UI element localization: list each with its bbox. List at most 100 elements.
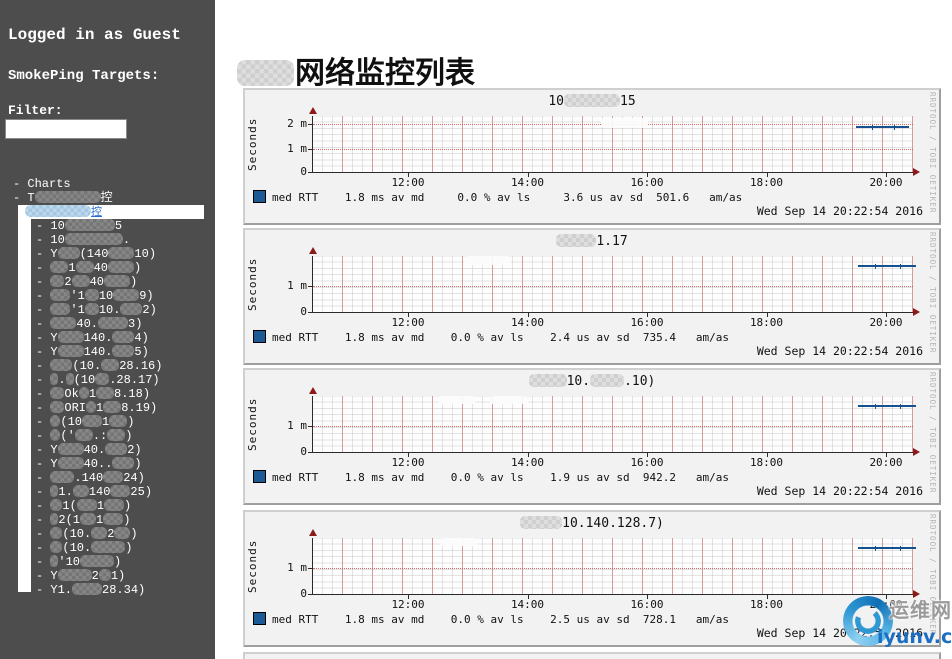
x-axis-arrow-icon (913, 448, 920, 456)
tree-item-label: 140. (83, 331, 113, 345)
censored-text-block (50, 527, 63, 539)
tree-item[interactable]: - Charts (0, 177, 215, 191)
legend-stats: med RTT 1.8 ms av md 0.0 % av ls 3.6 us … (272, 191, 743, 204)
censored-text-block (520, 516, 563, 529)
x-tick-label: 18:00 (749, 456, 784, 469)
y-axis-label: Seconds (246, 257, 259, 311)
tree-item[interactable]: - 1 40) (0, 261, 215, 275)
tree-item-label: 2(1 (58, 513, 81, 527)
x-tick-label: 14:00 (510, 456, 545, 469)
x-tick-label: 14:00 (510, 316, 545, 329)
x-tick-mark (766, 453, 768, 457)
tree-item[interactable]: - Y 140. 4) (0, 331, 215, 345)
x-tick-label: 20:00 (869, 456, 903, 469)
y-tick-label: 2 m (287, 117, 307, 130)
tree-item[interactable]: - (10.) (0, 541, 215, 555)
tree-item-label: ) (125, 429, 133, 443)
graph-title-text: 1.17 (596, 234, 628, 249)
filter-input[interactable] (5, 119, 127, 139)
tree-item[interactable]: - . (10 .28.17) (0, 373, 215, 387)
tree-item-label: 3) (128, 317, 143, 331)
tree-item[interactable]: - Y1. 28.34) (0, 583, 215, 597)
x-tick-label: 18:00 (749, 598, 784, 611)
tree-item-label: 2 (64, 275, 72, 289)
tree-item[interactable]: - Y 40. 2) (0, 443, 215, 457)
smokeping-graph-panel[interactable]: 1.17 Seconds med RTT 1.8 ms av md 0.0 % … (243, 228, 941, 365)
x-tick-mark (766, 595, 768, 599)
tree-item-label: ORI (64, 401, 87, 415)
censored-text-block (57, 569, 92, 581)
tree-item[interactable]: - Y 2 1) (0, 569, 215, 583)
tree-item-label: - Y (36, 457, 58, 471)
tree-item-label: 1( (62, 499, 77, 513)
smokeping-graph-panel[interactable]: 10. .10) Seconds med RTT 1.8 ms av md 0.0… (243, 368, 941, 505)
smokeping-graph-panel[interactable]: 10 15 Seconds med RTT 1.8 ms av md 0.0 % … (243, 88, 941, 225)
y-tick-mark (308, 568, 312, 569)
tree-item[interactable]: - '1 10 9) (0, 289, 215, 303)
rrdtool-credit: RRDTOOL / TOBI OETIKER (928, 92, 937, 214)
tree-item[interactable]: - '10) (0, 555, 215, 569)
graph-timestamp: Wed Sep 14 20:22:54 2016 (756, 484, 923, 498)
x-tick-label: 18:00 (749, 176, 784, 189)
tree-item-label: - (36, 471, 51, 485)
smokeping-graph-panel-partial[interactable] (243, 652, 941, 659)
censored-text-block (64, 219, 115, 231)
tree-item-label: . (58, 373, 66, 387)
legend-stats: med RTT 1.8 ms av md 0.0 % av ls 1.9 us … (272, 471, 729, 484)
tree-item[interactable]: - 10. (0, 233, 215, 247)
tree-item[interactable]: - 40. 3) (0, 317, 215, 331)
censored-text-block (76, 499, 97, 511)
tree-item-label: 9) (139, 289, 154, 303)
graph-title-text: 10. (566, 374, 591, 389)
y-tick-mark (308, 286, 312, 287)
tree-item[interactable]: - (10 1) (0, 415, 215, 429)
tree-item[interactable]: - (10. 28.16) (0, 359, 215, 373)
censored-text-block (57, 457, 84, 469)
tree-item-label: 1. (58, 485, 73, 499)
tree-item[interactable]: - .140 24) (0, 471, 215, 485)
tree-item[interactable]: - ORI 1 8.19) (0, 401, 215, 415)
censored-text-block (112, 331, 135, 343)
censored-text-block (57, 443, 84, 455)
censored-text-block (84, 303, 99, 315)
tree-item-selected[interactable]: 控 (18, 205, 204, 219)
tree-item[interactable]: - 2 40) (0, 275, 215, 289)
censored-text-block (96, 387, 115, 399)
tree-item[interactable]: - 1. 140 25) (0, 485, 215, 499)
tree-item-label: - (36, 527, 51, 541)
tree-item[interactable]: - Y (140 10) (0, 247, 215, 261)
tree-item[interactable]: - 1(1) (0, 499, 215, 513)
tree-item-label: 28.34) (102, 583, 146, 597)
x-tick-label: 12:00 (391, 456, 425, 469)
tree-item-label: 1 (88, 387, 97, 401)
tree-item[interactable]: - 2(1 1) (0, 513, 215, 527)
tree-item-label: (10 (60, 415, 83, 429)
tree-item-label: ) (134, 457, 142, 471)
tree-item-label: 5 (114, 219, 123, 233)
y-tick-label: 1 m (287, 279, 307, 292)
tree-item-label: '1 (70, 303, 85, 317)
censored-text-block (108, 247, 135, 259)
targets-tree: - Charts - T控控- 10 5- 10. - Y (140 10) - 1 40) -… (0, 177, 215, 597)
censored-text-block (50, 275, 65, 287)
graph-title-text: 10 (548, 94, 564, 109)
tree-item[interactable]: - 10 5 (0, 219, 215, 233)
tree-item-label: 40 (89, 275, 105, 289)
tree-item-label: .28.17) (109, 373, 160, 387)
tree-item[interactable]: - Ok 1 8.18) (0, 387, 215, 401)
rrdtool-credit: RRDTOOL / TOBI OETIKER (928, 372, 937, 494)
smokeping-graph-panel[interactable]: 10.140.128.7) Seconds med RTT 1.8 ms av … (243, 510, 941, 647)
tree-item[interactable]: - (10. 2) (0, 527, 215, 541)
plot-area (309, 529, 920, 598)
y-tick-label: 0 (300, 587, 307, 600)
tree-item[interactable]: - '1 10. 2) (0, 303, 215, 317)
tree-item[interactable]: - T控 (0, 191, 215, 205)
tree-item[interactable]: - Y 140. 5) (0, 345, 215, 359)
title-censor-block (237, 60, 294, 87)
tree-item-label: - (36, 499, 51, 513)
y-tick-mark (308, 452, 312, 453)
tree-item[interactable]: - ('.:) (0, 429, 215, 443)
tree-item[interactable]: - Y 40..) (0, 457, 215, 471)
censored-text-block (75, 261, 94, 273)
x-tick-label: 14:00 (510, 598, 545, 611)
